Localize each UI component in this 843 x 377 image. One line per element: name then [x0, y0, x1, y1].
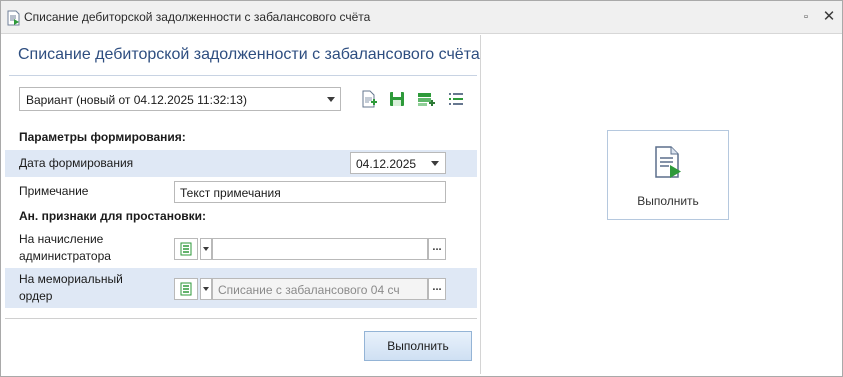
date-picker[interactable]: 04.12.2025: [350, 152, 446, 174]
title-bar: Списание дебиторской задолженности с заб…: [1, 1, 842, 34]
chevron-down-icon: [431, 161, 439, 166]
accrual-ellipsis-button[interactable]: ...: [428, 238, 446, 260]
accrual-field[interactable]: [212, 238, 428, 260]
memorial-label-line2: ордер: [19, 289, 53, 303]
accrual-label-line1: На начисление: [19, 232, 104, 246]
chevron-down-icon: [203, 247, 209, 251]
memorial-field[interactable]: Списание с забалансового 04 сч: [212, 278, 428, 300]
run-button[interactable]: Выполнить: [364, 331, 472, 361]
run-large-label: Выполнить: [637, 194, 699, 208]
title-divider: [9, 75, 477, 76]
dialog-window: Списание дебиторской задолженности с заб…: [0, 0, 843, 377]
side-panel: Выполнить: [482, 35, 840, 374]
accrual-doc-button[interactable]: [174, 238, 198, 260]
date-value: 04.12.2025: [356, 157, 417, 171]
memorial-lookup: Списание с забалансового 04 сч ...: [174, 278, 446, 300]
memorial-value: Списание с забалансового 04 сч: [218, 283, 400, 297]
restore-icon[interactable]: ▫: [798, 8, 814, 26]
chevron-down-icon: [327, 97, 335, 102]
memorial-doc-button[interactable]: [174, 278, 198, 300]
list-settings-icon[interactable]: [447, 90, 465, 108]
run-document-icon: [655, 146, 681, 178]
document-list-icon: [180, 242, 192, 256]
accrual-lookup: ...: [174, 238, 446, 260]
memorial-label-line1: На мемориальный: [19, 272, 123, 286]
add-record-icon[interactable]: [417, 90, 435, 108]
note-field[interactable]: Текст примечания: [174, 181, 446, 203]
memorial-label: На мемориальный ордер: [19, 271, 123, 305]
chevron-down-icon: [203, 287, 209, 291]
footer-divider: [5, 318, 477, 319]
close-icon[interactable]: ✕: [821, 8, 837, 26]
memorial-dropdown-button[interactable]: [200, 278, 212, 300]
run-large-button[interactable]: Выполнить: [607, 130, 729, 220]
variant-value: Вариант (новый от 04.12.2025 11:32:13): [26, 93, 247, 107]
accrual-label: На начисление администратора: [19, 231, 111, 265]
new-document-icon[interactable]: [360, 90, 378, 108]
document-list-icon: [180, 282, 192, 296]
memorial-ellipsis-button[interactable]: ...: [428, 278, 446, 300]
params-header: Параметры формирования:: [19, 130, 186, 144]
window-title: Списание дебиторской задолженности с заб…: [24, 10, 371, 24]
variant-select[interactable]: Вариант (новый от 04.12.2025 11:32:13): [19, 87, 341, 111]
attrs-header: Ан. признаки для простановки:: [19, 209, 207, 223]
save-icon[interactable]: [388, 90, 406, 108]
accrual-dropdown-button[interactable]: [200, 238, 212, 260]
form-panel: Списание дебиторской задолженности с заб…: [5, 35, 481, 374]
date-label: Дата формирования: [19, 156, 134, 170]
accrual-label-line2: администратора: [19, 249, 111, 263]
document-go-icon: [7, 10, 20, 26]
form-title: Списание дебиторской задолженности с заб…: [18, 46, 480, 63]
note-value: Текст примечания: [180, 186, 281, 200]
note-label: Примечание: [19, 184, 89, 198]
